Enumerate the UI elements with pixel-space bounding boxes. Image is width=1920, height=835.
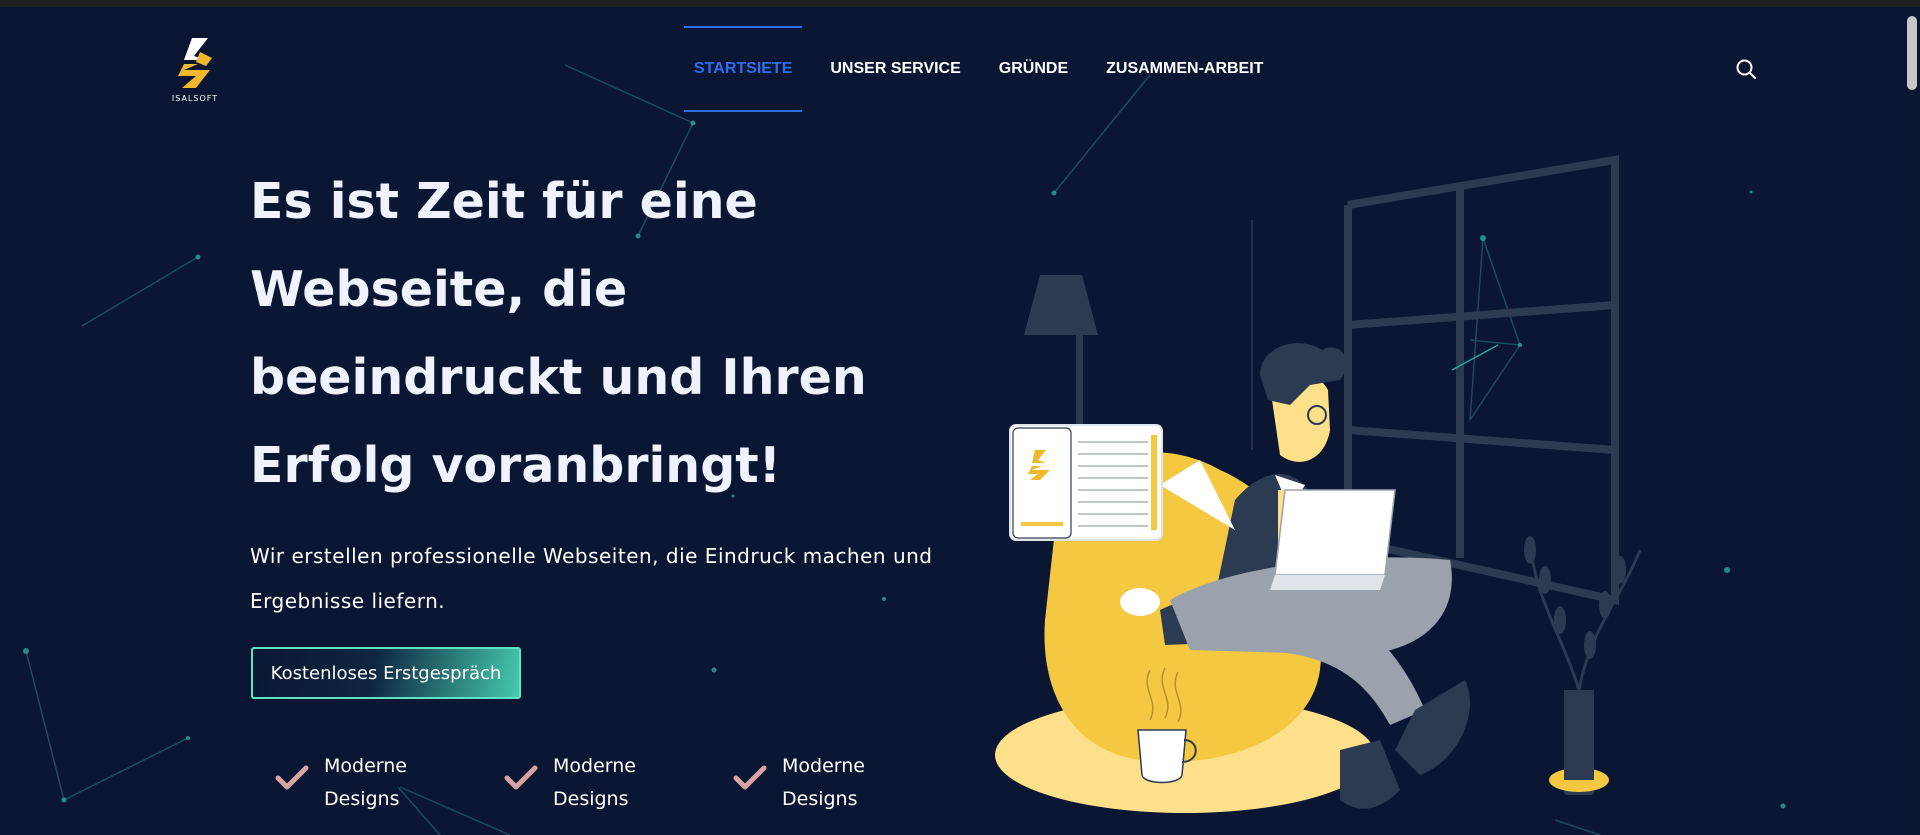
main-navigation: STARTSIETE UNSER SERVICE GRÜNDE ZUSAMMEN… <box>684 26 1291 112</box>
hero-subtitle: Wir erstellen professionelle Webseiten, … <box>250 544 933 613</box>
nav-item-unser-service[interactable]: UNSER SERVICE <box>820 26 970 112</box>
logo-mark-icon <box>178 38 212 88</box>
nav-item-gruende[interactable]: GRÜNDE <box>989 26 1078 112</box>
check-icon <box>504 765 538 790</box>
laptop <box>1270 489 1396 590</box>
cta-button[interactable]: Kostenloses Erstgespräch <box>251 647 521 699</box>
scrollbar-thumb[interactable] <box>1907 16 1917 90</box>
brand-logo[interactable]: ISALSOFT <box>170 36 220 108</box>
check-icon <box>733 765 767 790</box>
nav-item-zusammenarbeit[interactable]: ZUSAMMEN-ARBEIT <box>1096 26 1273 112</box>
search-button[interactable] <box>1734 57 1758 81</box>
search-icon <box>1736 59 1756 79</box>
check-icon <box>275 765 309 790</box>
document-card <box>1009 424 1163 541</box>
hero-illustration <box>995 155 1642 813</box>
logo-text: ISALSOFT <box>171 94 219 103</box>
hero-title: Es ist Zeit für eine Webseite, die beein… <box>250 173 867 494</box>
feature-label: Moderne Designs <box>324 755 407 810</box>
feature-label: Moderne Designs <box>553 755 636 810</box>
feature-label: Moderne Designs <box>782 755 865 810</box>
page-scrollbar[interactable] <box>1904 7 1920 835</box>
nav-item-startseite[interactable]: STARTSIETE <box>684 26 803 112</box>
